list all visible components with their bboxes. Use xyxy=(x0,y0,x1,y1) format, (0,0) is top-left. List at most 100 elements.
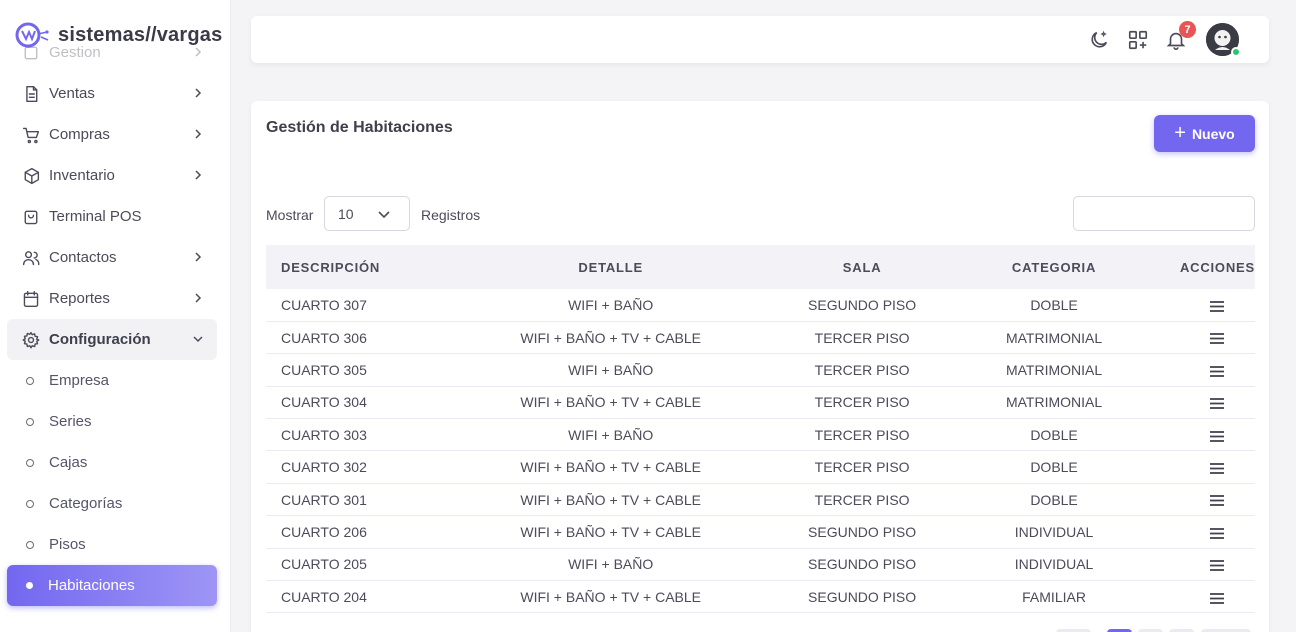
chevron-right-icon xyxy=(195,129,202,139)
menu-icon[interactable] xyxy=(1210,300,1225,312)
table-row: CUARTO 204 WIFI + BAÑO + TV + CABLE SEGUND… xyxy=(266,580,1255,614)
sidebar-item-compras[interactable]: Compras xyxy=(7,114,217,155)
cell-sala: TERCER PISO xyxy=(796,483,929,517)
circle-icon xyxy=(26,540,34,549)
column-header-sala[interactable]: SALA xyxy=(796,245,929,289)
gear-icon xyxy=(22,331,40,349)
cell-categoria: DOBLE xyxy=(928,450,1180,484)
sidebar-subitem-label: Series xyxy=(49,413,92,430)
cell-descripcion: CUARTO 205 xyxy=(266,548,426,582)
shopping-bag-icon xyxy=(22,208,40,226)
circle-icon xyxy=(26,458,34,467)
chevron-down-icon xyxy=(193,336,203,343)
menu-icon[interactable] xyxy=(1210,365,1225,377)
menu-icon[interactable] xyxy=(1210,463,1225,474)
sidebar-subitem-cajas[interactable]: Cajas xyxy=(7,442,217,483)
column-header-detalle[interactable]: DETALLE xyxy=(425,245,797,289)
circle-icon xyxy=(26,582,33,589)
search-input[interactable] xyxy=(1073,196,1255,231)
page-size-value: 10 xyxy=(338,205,354,222)
table-row: CUARTO 304 WIFI + BAÑO + TV + CABLE TERCER… xyxy=(266,386,1255,420)
menu-icon[interactable] xyxy=(1210,527,1225,539)
sidebar-subitem-series[interactable]: Series xyxy=(7,401,217,442)
cell-sala: SEGUNDO PISO xyxy=(796,580,929,614)
cell-descripcion: CUARTO 301 xyxy=(266,483,426,517)
cell-categoria: MATRIMONIAL xyxy=(928,353,1180,387)
cell-acciones xyxy=(1179,515,1255,549)
users-icon xyxy=(22,249,40,267)
cell-categoria: INDIVIDUAL xyxy=(928,548,1180,582)
cell-acciones xyxy=(1179,386,1255,420)
cell-categoria: MATRIMONIAL xyxy=(928,386,1180,420)
chevron-right-icon xyxy=(195,88,202,98)
cell-descripcion: CUARTO 206 xyxy=(266,515,426,549)
cell-descripcion: CUARTO 306 xyxy=(266,321,426,355)
sidebar-item-gestion[interactable]: Gestion xyxy=(7,32,217,73)
cell-detalle: WIFI + BAÑO xyxy=(425,353,797,387)
sidebar-subitem-label: Pisos xyxy=(49,536,86,553)
plus-icon: + xyxy=(1174,121,1186,144)
new-button[interactable]: + Nuevo xyxy=(1154,115,1255,152)
circle-icon xyxy=(26,417,34,426)
menu-icon[interactable] xyxy=(1210,495,1225,507)
sidebar-item-terminal-pos[interactable]: Terminal POS xyxy=(7,196,217,237)
cell-detalle: WIFI + BAÑO xyxy=(425,289,797,322)
chevron-right-icon xyxy=(195,170,202,180)
cell-detalle: WIFI + BAÑO + TV + CABLE xyxy=(425,515,797,549)
sidebar-item-ventas[interactable]: Ventas xyxy=(7,73,217,114)
sidebar-subitem-habitaciones[interactable]: Habitaciones xyxy=(7,565,217,606)
cell-acciones xyxy=(1179,450,1255,484)
cell-categoria: INDIVIDUAL xyxy=(928,515,1180,549)
sidebar-item-reportes[interactable]: Reportes xyxy=(7,278,217,319)
menu-icon[interactable] xyxy=(1210,560,1225,572)
page-size-select[interactable]: 10 xyxy=(324,196,410,231)
sidebar-item-label: Gestion xyxy=(49,44,101,61)
cell-sala: TERCER PISO xyxy=(796,418,929,452)
sidebar-subitem-label: Empresa xyxy=(49,372,110,389)
cell-acciones xyxy=(1179,353,1255,387)
cell-acciones xyxy=(1179,289,1255,322)
sidebar-item-inventario[interactable]: Inventario xyxy=(7,155,217,196)
circle-icon xyxy=(26,376,34,385)
show-label: Mostrar xyxy=(266,207,314,223)
sidebar-subitem-pisos[interactable]: Pisos xyxy=(7,524,217,565)
table-row: CUARTO 307 WIFI + BAÑO SEGUNDO PISO DOBLE xyxy=(266,289,1255,322)
cell-categoria: MATRIMONIAL xyxy=(928,321,1180,355)
new-button-label: Nuevo xyxy=(1191,125,1235,142)
table-row: CUARTO 303 WIFI + BAÑO TERCER PISO DOBLE xyxy=(266,418,1255,452)
sidebar-subitem-empresa[interactable]: Empresa xyxy=(7,360,217,401)
cell-descripcion: CUARTO 204 xyxy=(266,580,426,614)
cell-detalle: WIFI + BAÑO + TV + CABLE xyxy=(425,483,797,517)
cell-descripcion: CUARTO 304 xyxy=(266,386,426,420)
table-row: CUARTO 306 WIFI + BAÑO + TV + CABLE TERCER… xyxy=(266,321,1255,355)
rooms-card: Gestión de Habitaciones + Nuevo Mostrar … xyxy=(251,101,1269,632)
menu-icon[interactable] xyxy=(1210,398,1225,410)
cell-acciones xyxy=(1179,321,1255,355)
cell-sala: SEGUNDO PISO xyxy=(796,515,929,549)
table-row: CUARTO 302 WIFI + BAÑO + TV + CABLE TERCER… xyxy=(266,450,1255,484)
sidebar-item-label: Reportes xyxy=(49,290,110,307)
table-body: CUARTO 307 WIFI + BAÑO SEGUNDO PISO DOBLE CU… xyxy=(266,289,1255,614)
cell-descripcion: CUARTO 305 xyxy=(266,353,426,387)
cell-sala: SEGUNDO PISO xyxy=(796,548,929,582)
moon-icon[interactable] xyxy=(1088,29,1110,51)
sidebar-subitem-categor-as[interactable]: Categorías xyxy=(7,483,217,524)
cell-categoria: DOBLE xyxy=(928,483,1180,517)
cell-acciones xyxy=(1179,483,1255,517)
menu-icon[interactable] xyxy=(1210,333,1225,345)
column-header-descripcion[interactable]: DESCRIPCIÓN xyxy=(266,245,426,289)
avatar[interactable] xyxy=(1206,23,1241,57)
sidebar-item-contactos[interactable]: Contactos xyxy=(7,237,217,278)
sidebar-item-configuraci-n[interactable]: Configuración xyxy=(7,319,217,360)
topbar: 7 xyxy=(251,16,1269,63)
cart-icon xyxy=(22,126,40,144)
grid-plus-icon[interactable] xyxy=(1127,29,1149,51)
box-icon xyxy=(22,167,40,185)
column-header-categoria[interactable]: CATEGORIA xyxy=(928,245,1180,289)
sidebar-item-label: Inventario xyxy=(49,167,115,184)
column-header-acciones: ACCIONES xyxy=(1179,245,1255,289)
cell-descripcion: CUARTO 303 xyxy=(266,418,426,452)
menu-icon[interactable] xyxy=(1210,592,1225,604)
menu-icon[interactable] xyxy=(1210,430,1225,442)
cell-detalle: WIFI + BAÑO + TV + CABLE xyxy=(425,450,797,484)
